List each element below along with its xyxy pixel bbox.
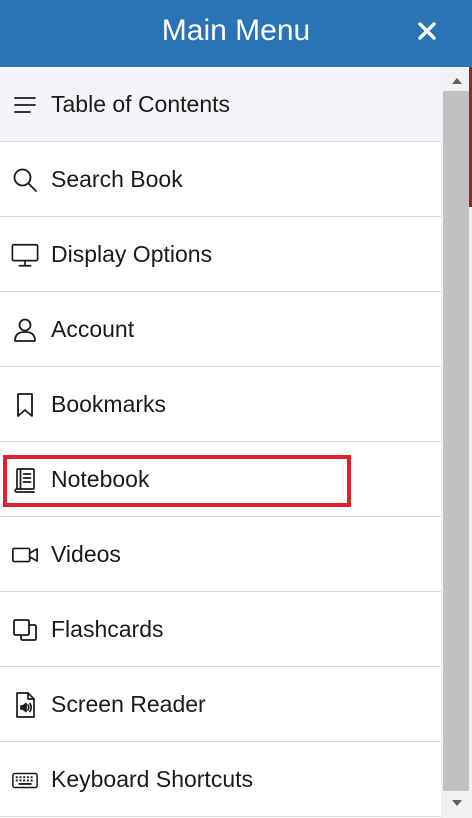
user-icon bbox=[11, 316, 39, 344]
menu-item-label: Account bbox=[51, 316, 135, 342]
close-icon bbox=[418, 22, 436, 40]
notebook-highlight-box bbox=[3, 455, 351, 507]
menu-item-display-options[interactable]: Display Options bbox=[0, 217, 441, 292]
list-icon bbox=[11, 91, 39, 119]
close-button[interactable] bbox=[410, 14, 444, 48]
menu-item-videos[interactable]: Videos bbox=[0, 517, 441, 592]
screen-reader-icon bbox=[11, 691, 39, 719]
menu-item-label: Bookmarks bbox=[51, 391, 167, 417]
menu-item-label: Table of Contents bbox=[51, 91, 231, 117]
scrollbar-thumb[interactable] bbox=[443, 91, 469, 791]
header-title: Main Menu bbox=[161, 14, 311, 47]
menu-item-label: Display Options bbox=[51, 241, 213, 267]
menu-item-search-book[interactable]: Search Book bbox=[0, 142, 441, 217]
keyboard-icon bbox=[11, 766, 39, 794]
menu-item-flashcards[interactable]: Flashcards bbox=[0, 592, 441, 667]
triangle-up-icon bbox=[451, 78, 462, 84]
main-menu-list: Table of Contents Search Book Display Op… bbox=[0, 67, 441, 818]
menu-item-label: Flashcards bbox=[51, 616, 164, 642]
menu-item-bookmarks[interactable]: Bookmarks bbox=[0, 367, 441, 442]
scroll-down-arrow[interactable] bbox=[441, 793, 472, 813]
menu-item-label: Videos bbox=[51, 541, 121, 567]
menu-item-account[interactable]: Account bbox=[0, 292, 441, 367]
search-icon bbox=[11, 166, 39, 194]
menu-item-screen-reader[interactable]: Screen Reader bbox=[0, 667, 441, 742]
menu-item-label: Screen Reader bbox=[51, 691, 206, 717]
menu-item-label: Search Book bbox=[51, 166, 183, 192]
monitor-icon bbox=[11, 241, 39, 269]
bookmark-icon bbox=[11, 391, 39, 419]
menu-header: Main Menu bbox=[0, 0, 472, 67]
triangle-down-icon bbox=[451, 800, 462, 806]
video-camera-icon bbox=[11, 541, 39, 569]
menu-item-label: Keyboard Shortcuts bbox=[51, 766, 254, 792]
scroll-up-arrow[interactable] bbox=[441, 71, 472, 91]
flashcards-icon bbox=[11, 616, 39, 644]
vertical-scrollbar[interactable] bbox=[441, 67, 472, 818]
menu-item-keyboard-shortcuts[interactable]: Keyboard Shortcuts bbox=[0, 742, 441, 817]
menu-item-table-of-contents[interactable]: Table of Contents bbox=[0, 67, 441, 142]
